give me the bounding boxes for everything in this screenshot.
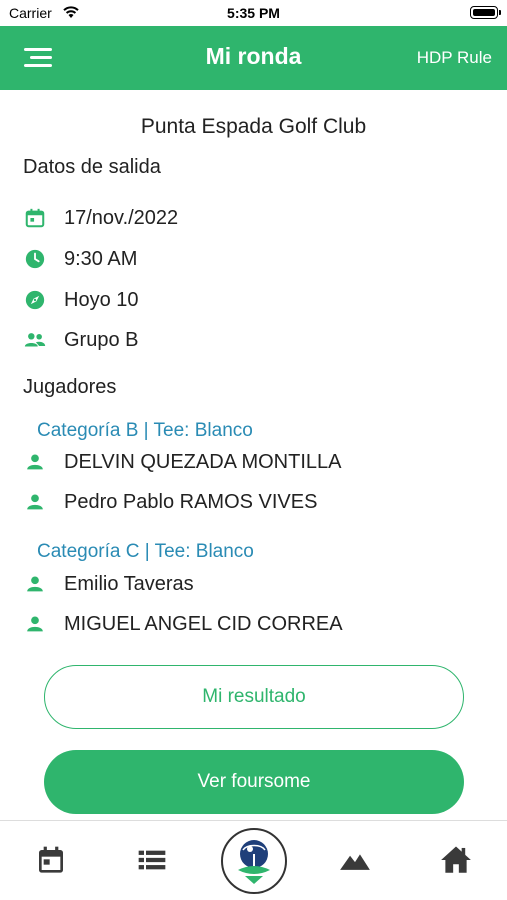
compass-icon [23,288,47,312]
group-icon [23,328,47,352]
view-foursome-button[interactable]: Ver foursome [44,750,464,814]
mountains-tab-icon[interactable] [338,843,372,877]
group-row: Grupo B [23,326,138,354]
date-row: 17/nov./2022 [23,204,178,232]
tab-bar [0,820,507,900]
player-name: Emilio Taveras [64,572,194,595]
player-row: Pedro Pablo RAMOS VIVES [23,488,317,516]
player-name: MIGUEL ANGEL CID CORREA [64,612,343,635]
hole-row: Hoyo 10 [23,286,139,314]
category-b-label: Categoría B | Tee: Blanco [37,420,253,441]
club-logo-icon[interactable] [221,828,287,894]
navbar: Mi ronda HDP Rule [0,26,507,90]
time-row: 9:30 AM [23,245,137,273]
time-value: 9:30 AM [64,247,138,270]
player-row: DELVIN QUEZADA MONTILLA [23,448,341,476]
person-icon [23,490,47,514]
my-result-button[interactable]: Mi resultado [44,665,464,729]
status-bar: Carrier 5:35 PM [0,0,507,26]
hdp-rule-button[interactable]: HDP Rule [417,48,492,68]
tee-time-heading: Datos de salida [23,156,161,178]
player-row: MIGUEL ANGEL CID CORREA [23,610,343,638]
date-value: 17/nov./2022 [64,206,179,229]
person-icon [23,450,47,474]
group-value: Grupo B [64,328,139,351]
status-time: 5:35 PM [227,5,280,21]
home-tab-icon[interactable] [439,843,473,877]
hole-value: Hoyo 10 [64,288,139,311]
category-c-label: Categoría C | Tee: Blanco [37,541,254,562]
clock-icon [23,247,47,271]
players-heading: Jugadores [23,376,117,398]
person-icon [23,612,47,636]
calendar-tab-icon[interactable] [34,843,68,877]
battery-icon [470,6,501,19]
person-icon [23,572,47,596]
list-tab-icon[interactable] [135,843,169,877]
calendar-icon [23,206,47,230]
club-name: Punta Espada Golf Club [140,115,367,138]
player-row: Emilio Taveras [23,570,194,598]
player-name: DELVIN QUEZADA MONTILLA [64,450,342,473]
player-name: Pedro Pablo RAMOS VIVES [64,490,318,513]
